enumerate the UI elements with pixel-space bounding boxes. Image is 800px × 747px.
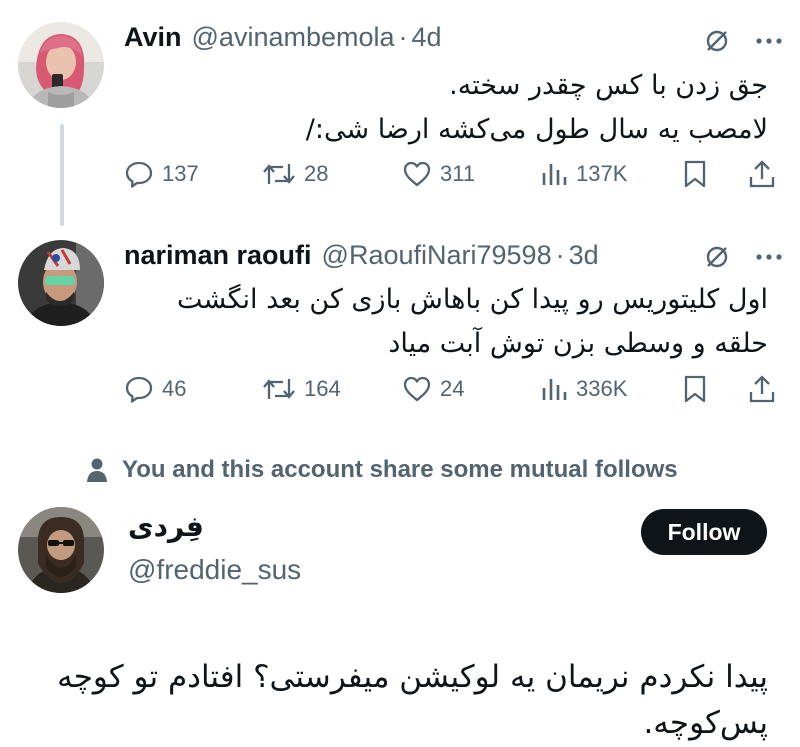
avatar-image [18, 22, 104, 108]
mutual-follows-notice: You and this account share some mutual f… [86, 456, 678, 484]
tweet-text: پیدا نکردم نریمان یه لوکیشن میفرستی؟ افت… [28, 654, 768, 746]
mutual-follows-text: You and this account share some mutual f… [122, 456, 678, 483]
bookmark-icon [684, 160, 706, 188]
separator-dot: · [555, 240, 565, 270]
display-name[interactable]: فِردی [128, 510, 204, 543]
separator-dot: · [398, 22, 408, 52]
reply-icon [125, 376, 153, 403]
avatar-image [18, 507, 104, 593]
repost-icon [263, 164, 295, 184]
repost-count: 164 [304, 376, 341, 401]
grok-icon[interactable] [704, 244, 730, 270]
share-icon [749, 160, 775, 188]
views-icon [542, 164, 567, 185]
tweet-text-line: اول کلیتوریس رو پیدا کن باهاش بازی کن بع… [177, 284, 768, 315]
tweet-top-icons [704, 28, 782, 54]
timestamp[interactable]: 3d [569, 240, 599, 271]
tweet-text-line: پیدا نکردم نریمان یه لوکیشن میفرستی؟ افت… [57, 659, 768, 695]
thread-connector [60, 124, 64, 226]
avatar-image [18, 240, 104, 326]
username[interactable]: @RaoufiNari79598 [322, 240, 552, 271]
display-name[interactable]: Avin [124, 22, 182, 53]
tweet-text-line: لامصب یه سال طول می‌کشه ارضا شی:/ [305, 114, 768, 145]
bookmark-icon [684, 375, 706, 403]
views-count: 336K [576, 376, 628, 401]
share-button[interactable] [748, 369, 776, 409]
share-button[interactable] [748, 154, 776, 194]
grok-icon[interactable] [704, 28, 730, 54]
reply-icon [125, 161, 153, 188]
bookmark-button[interactable] [682, 154, 708, 194]
timestamp[interactable]: 4d [412, 22, 442, 53]
share-icon [749, 375, 775, 403]
like-count: 311 [440, 161, 476, 186]
repost-icon [263, 379, 295, 399]
tweet-text: جق زدن با کس چقدر سخته. لامصب یه سال طول… [306, 64, 768, 152]
tweet-text-line: حلقه و وسطی بزن توش آبت میاد [388, 328, 768, 359]
display-name[interactable]: nariman raoufi [124, 240, 312, 271]
tweet-actions: 137 28 311 137K [124, 154, 780, 194]
repost-button[interactable]: 28 [262, 154, 328, 194]
tweet-text: اول کلیتوریس رو پیدا کن باهاش بازی کن بع… [177, 278, 768, 366]
person-icon [87, 458, 107, 482]
reply-count: 137 [162, 161, 199, 186]
repost-button[interactable]: 164 [262, 369, 341, 409]
follow-button[interactable]: Follow [641, 509, 767, 555]
tweet-top-icons [704, 244, 782, 270]
views-count: 137K [576, 161, 628, 186]
avatar[interactable] [18, 22, 104, 108]
avatar[interactable] [18, 507, 104, 593]
like-button[interactable]: 24 [402, 369, 464, 409]
reply-button[interactable]: 137 [124, 154, 199, 194]
reply-button[interactable]: 46 [124, 369, 186, 409]
tweet-actions: 46 164 24 336K [124, 369, 780, 409]
like-button[interactable]: 311 [402, 154, 475, 194]
like-count: 24 [440, 376, 465, 401]
avatar[interactable] [18, 240, 104, 326]
username[interactable]: @avinambemola [192, 22, 395, 53]
views-button[interactable]: 336K [540, 369, 627, 409]
like-icon [403, 161, 431, 187]
tweet-text-line: جق زدن با کس چقدر سخته. [449, 70, 768, 101]
reply-count: 46 [162, 376, 187, 401]
views-icon [542, 379, 567, 400]
more-icon[interactable] [756, 37, 782, 45]
views-button[interactable]: 137K [540, 154, 627, 194]
like-icon [403, 376, 431, 402]
more-icon[interactable] [756, 253, 782, 261]
tweet-header: nariman raoufi @RaoufiNari79598 · 3d [124, 240, 599, 271]
repost-count: 28 [304, 161, 329, 186]
bookmark-button[interactable] [682, 369, 708, 409]
username[interactable]: @freddie_sus [128, 554, 301, 586]
tweet-header: Avin @avinambemola · 4d [124, 22, 442, 53]
tweet-text-line: پس‌کوچه. [643, 705, 768, 741]
